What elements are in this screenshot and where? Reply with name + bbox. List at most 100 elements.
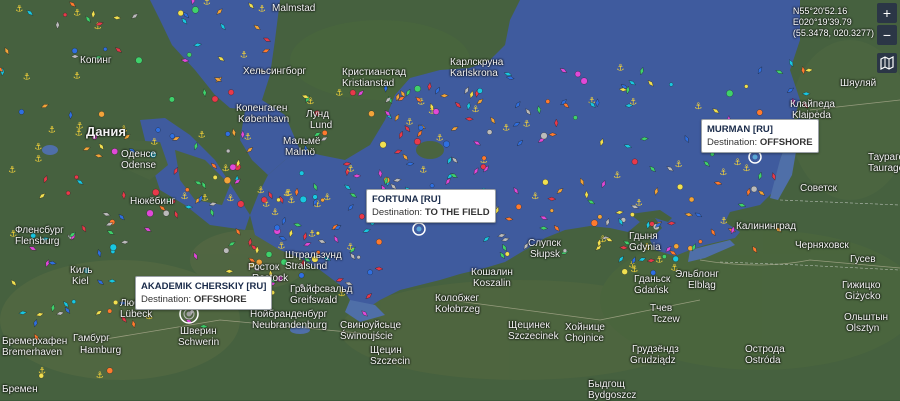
vessel-marker[interactable] [349, 89, 356, 96]
vessel-marker[interactable] [726, 89, 734, 97]
vessel-callout-fortuna[interactable]: FORTUNA [RU] Destination: TO THE FIELD [366, 189, 496, 223]
vessel-marker[interactable] [418, 125, 424, 131]
vessel-marker[interactable]: ⚓ [436, 133, 444, 143]
vessel-marker[interactable] [223, 176, 231, 184]
map-layers-button[interactable] [877, 53, 897, 73]
vessel-marker[interactable] [298, 272, 305, 279]
vessel-marker[interactable]: ⚓ [226, 194, 234, 204]
vessel-marker[interactable]: ⚓ [694, 102, 702, 112]
vessel-marker[interactable] [163, 210, 170, 217]
vessel-marker[interactable]: ⚓ [222, 164, 230, 174]
vessel-marker[interactable] [225, 131, 231, 137]
vessel-marker[interactable] [299, 170, 305, 176]
vessel-marker[interactable] [504, 251, 510, 257]
vessel-marker[interactable]: ⚓ [283, 189, 291, 199]
vessel-marker[interactable] [71, 47, 78, 54]
vessel-marker[interactable] [261, 196, 268, 203]
vessel-marker[interactable] [573, 115, 578, 120]
vessel-marker[interactable]: ⚓ [244, 132, 252, 142]
vessel-marker[interactable] [756, 109, 763, 116]
vessel-marker[interactable]: ⚓ [523, 120, 531, 130]
vessel-marker[interactable] [379, 141, 387, 149]
vessel-marker[interactable] [274, 224, 281, 231]
vessel-marker[interactable]: ⚓ [743, 164, 751, 174]
vessel-marker[interactable] [750, 185, 758, 193]
vessel-marker[interactable] [698, 239, 703, 244]
vessel-marker[interactable] [549, 208, 554, 213]
vessel-marker[interactable] [356, 255, 361, 260]
vessel-marker[interactable] [545, 99, 551, 104]
vessel-marker[interactable] [103, 47, 108, 52]
vessel-marker[interactable] [155, 127, 161, 133]
vessel-marker[interactable] [368, 110, 375, 117]
vessel-marker[interactable] [211, 95, 219, 103]
vessel-marker[interactable] [432, 108, 440, 115]
vessel-marker[interactable] [38, 373, 44, 379]
vessel-marker[interactable] [486, 129, 493, 135]
vessel-marker[interactable]: ⚓ [34, 143, 42, 153]
vessel-marker[interactable] [744, 84, 749, 89]
vessel-marker[interactable] [185, 187, 190, 192]
vessel-marker[interactable]: ⚓ [34, 154, 42, 164]
vessel-marker[interactable] [63, 12, 68, 17]
vessel-marker[interactable] [106, 367, 113, 374]
vessel-marker[interactable] [111, 148, 118, 155]
vessel-marker[interactable]: ⚓ [48, 126, 56, 136]
vessel-marker[interactable]: ⚓ [502, 124, 510, 134]
vessel-marker[interactable]: ⚓ [323, 193, 331, 203]
vessel-marker[interactable] [315, 231, 320, 236]
vessel-marker[interactable] [631, 158, 638, 165]
zoom-out-button[interactable]: − [877, 25, 897, 45]
vessel-marker[interactable] [169, 133, 175, 139]
vessel-marker[interactable]: ⚓ [419, 165, 427, 175]
vessel-marker[interactable] [322, 130, 328, 136]
vessel-marker[interactable]: ⚓ [23, 72, 31, 82]
vessel-marker[interactable]: ⚓ [347, 164, 355, 174]
vessel-marker[interactable] [414, 85, 421, 93]
vessel-marker[interactable] [677, 183, 684, 190]
vessel-marker[interactable] [580, 77, 588, 85]
vessel-marker[interactable] [18, 109, 25, 115]
vessel-marker[interactable] [146, 209, 154, 217]
vessel-marker[interactable]: ⚓ [635, 198, 643, 208]
vessel-marker[interactable] [367, 269, 373, 276]
vessel-marker[interactable] [276, 197, 281, 203]
vessel-marker[interactable] [98, 111, 105, 118]
vessel-marker[interactable]: ⚓ [335, 89, 343, 99]
vessel-marker[interactable] [562, 248, 567, 253]
vessel-marker[interactable] [542, 179, 549, 186]
vessel-marker[interactable] [226, 148, 231, 154]
vessel-marker[interactable]: ⚓ [734, 158, 742, 168]
vessel-marker[interactable]: ⚓ [613, 171, 621, 181]
vessel-marker[interactable] [74, 174, 79, 180]
vessel-marker[interactable]: ⚓ [76, 122, 84, 132]
vessel-marker[interactable]: ⚓ [8, 166, 16, 176]
vessel-marker[interactable] [265, 251, 273, 258]
vessel-marker[interactable] [109, 243, 117, 251]
vessel-marker[interactable] [540, 132, 548, 140]
vessel-callout-murman[interactable]: MURMAN [RU] Destination: OFFSHORE [701, 119, 819, 153]
vessel-marker[interactable] [169, 96, 175, 103]
vessel-marker[interactable]: ⚓ [203, 0, 211, 8]
vessel-marker[interactable] [212, 175, 218, 180]
vessel-marker[interactable]: ⚓ [73, 71, 81, 81]
vessel-marker[interactable] [443, 140, 450, 148]
vessel-marker[interactable] [223, 247, 230, 254]
vessel-marker[interactable]: ⚓ [616, 64, 624, 74]
vessel-marker[interactable]: ⚓ [271, 208, 279, 218]
vessel-marker[interactable] [228, 89, 235, 96]
vessel-marker[interactable]: ⚓ [719, 168, 727, 178]
vessel-marker[interactable] [429, 183, 435, 188]
vessel-marker[interactable]: ⚓ [720, 216, 728, 226]
vessel-marker[interactable] [113, 300, 119, 305]
vessel-marker[interactable]: ⚓ [531, 192, 539, 202]
vessel-marker[interactable] [191, 6, 199, 14]
vessel-marker[interactable] [669, 82, 674, 87]
vessel-marker[interactable] [672, 255, 679, 262]
vessel-marker[interactable]: ⚓ [655, 256, 663, 266]
vessel-marker[interactable]: ⚓ [198, 130, 206, 140]
vessel-marker[interactable] [621, 268, 628, 275]
vessel-marker[interactable] [135, 56, 143, 64]
vessel-marker[interactable]: ⚓ [96, 371, 104, 381]
vessel-marker[interactable] [574, 71, 581, 78]
